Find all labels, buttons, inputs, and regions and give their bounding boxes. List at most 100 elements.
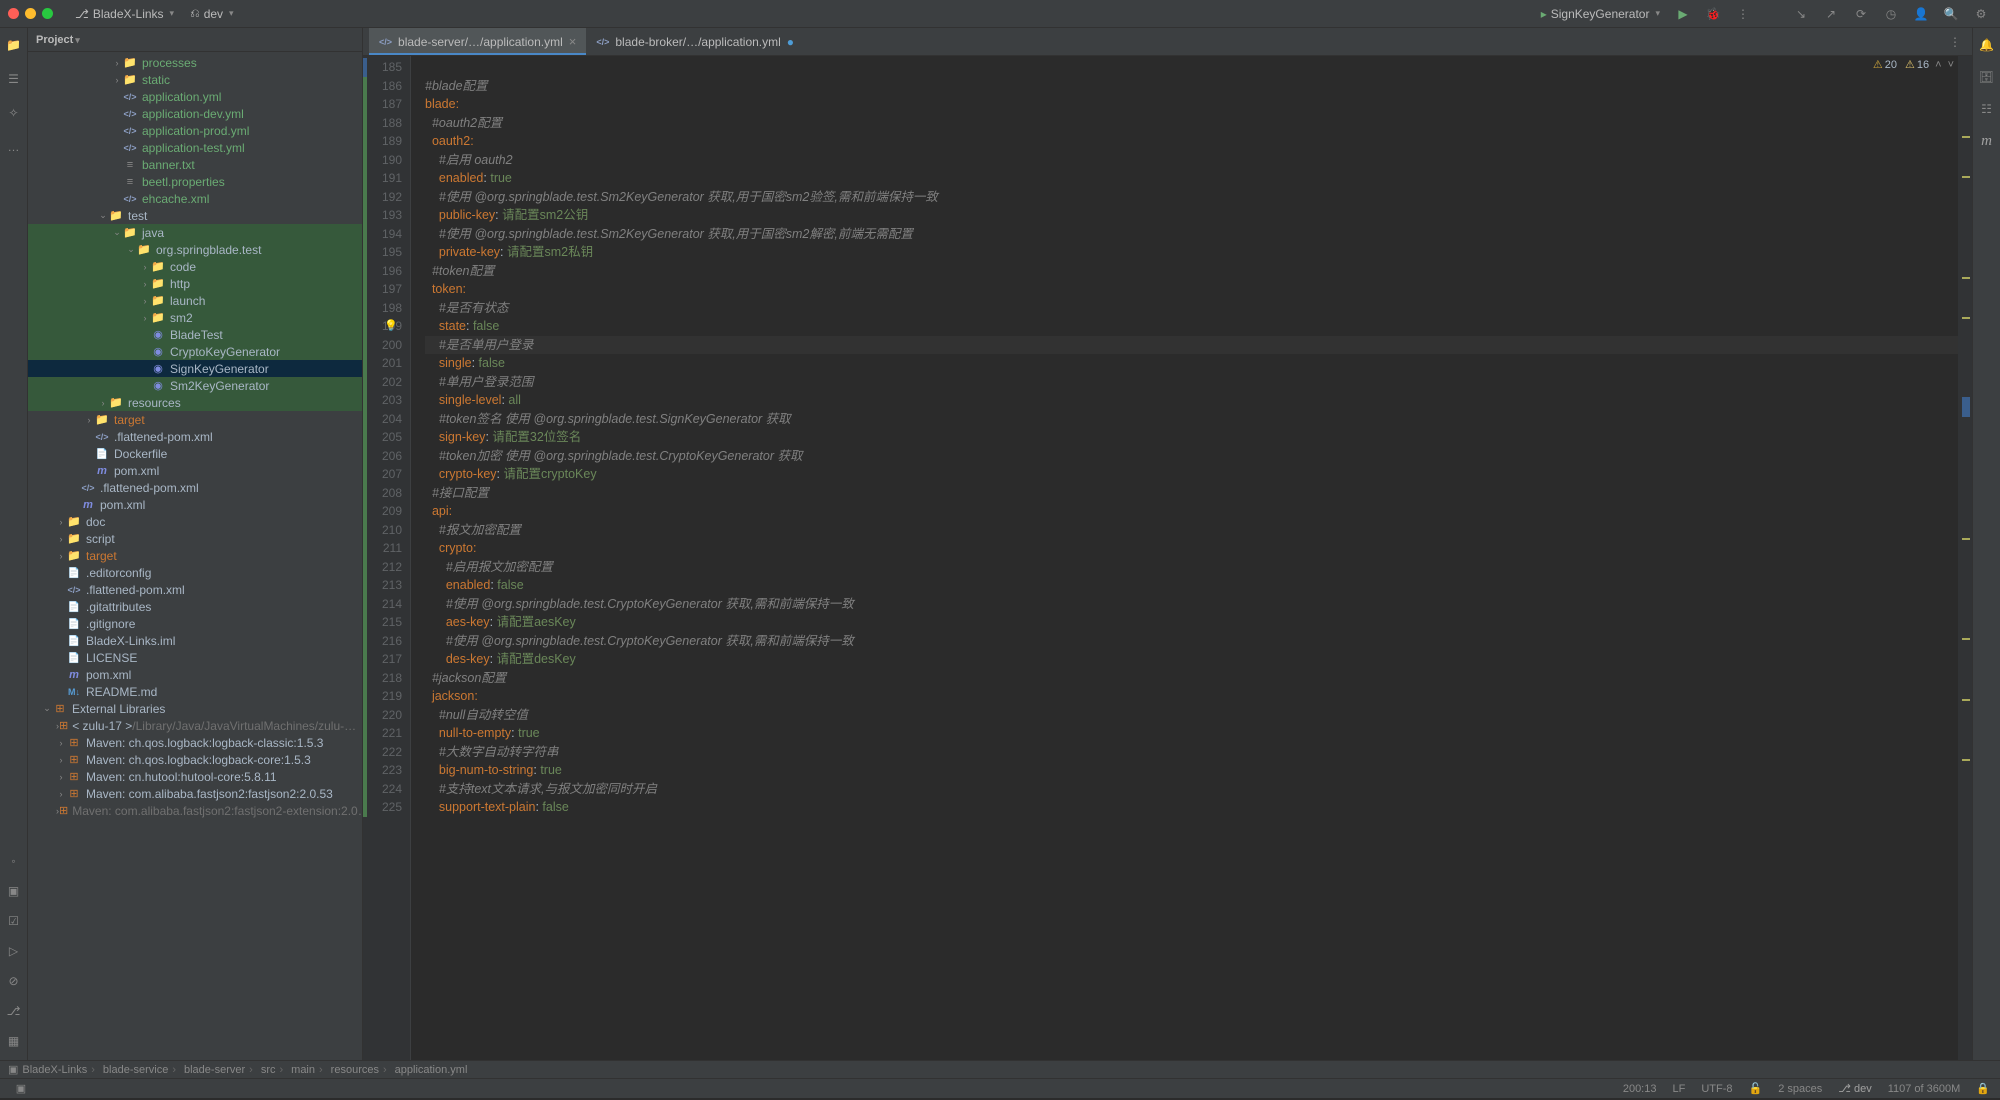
line-number[interactable]: 193	[363, 206, 410, 225]
line-number[interactable]: 202	[363, 373, 410, 392]
more-tool-icon[interactable]: …	[3, 136, 25, 158]
line-number[interactable]: 208	[363, 484, 410, 503]
more-run-button[interactable]: ⋮	[1732, 3, 1754, 25]
code-line[interactable]: #token配置	[425, 262, 1958, 281]
tree-item[interactable]: README.md	[28, 683, 362, 700]
tree-item[interactable]: ›📁processes	[28, 54, 362, 71]
file-encoding[interactable]: UTF-8	[1701, 1083, 1732, 1095]
line-number[interactable]: 219	[363, 687, 410, 706]
line-separator[interactable]: LF	[1672, 1083, 1685, 1095]
line-number[interactable]: 200	[363, 336, 410, 355]
breadcrumb-segment[interactable]: blade-service	[87, 1064, 168, 1076]
line-number[interactable]: 192	[363, 188, 410, 207]
line-number[interactable]: 196	[363, 262, 410, 281]
line-number[interactable]: 195	[363, 243, 410, 262]
code-line[interactable]: #blade配置	[425, 77, 1958, 96]
code-line[interactable]: enabled: true	[425, 169, 1958, 188]
account-icon[interactable]: 👤	[1910, 3, 1932, 25]
tree-item[interactable]: ›📁sm2	[28, 309, 362, 326]
line-number[interactable]: 199💡	[363, 317, 410, 336]
tree-item[interactable]: application-prod.yml	[28, 122, 362, 139]
inspection-hints[interactable]: ⚠ 20 ⚠ 16 ˄ ˅	[1873, 58, 1954, 71]
code-with-me-icon[interactable]: ↘	[1790, 3, 1812, 25]
line-number[interactable]: 186	[363, 77, 410, 96]
code-line[interactable]: big-num-to-string: true	[425, 761, 1958, 780]
editor-tab[interactable]: </>blade-broker/…/application.yml●	[586, 28, 804, 55]
fullscreen-window-button[interactable]	[42, 8, 53, 19]
tree-arrow-icon[interactable]: ›	[140, 279, 150, 289]
git-tool-icon[interactable]: ⎇	[3, 1000, 25, 1022]
code-line[interactable]: #报文加密配置	[425, 521, 1958, 540]
run-button[interactable]: ▶	[1672, 3, 1694, 25]
tree-item[interactable]: ⌄📁java	[28, 224, 362, 241]
tree-arrow-icon[interactable]: ›	[140, 313, 150, 323]
line-number[interactable]: 218	[363, 669, 410, 688]
tree-item[interactable]: .flattened-pom.xml	[28, 479, 362, 496]
line-number[interactable]: 204	[363, 410, 410, 429]
todo-tool-icon[interactable]: ☑	[3, 910, 25, 932]
tab-close-icon[interactable]: ×	[569, 34, 577, 49]
tree-arrow-icon[interactable]: ›	[56, 738, 66, 748]
tree-arrow-icon[interactable]: ›	[140, 296, 150, 306]
indent-label[interactable]: 2 spaces	[1778, 1083, 1822, 1095]
caret-position[interactable]: 200:13	[1623, 1083, 1657, 1095]
code-line[interactable]: aes-key: 请配置aesKey	[425, 613, 1958, 632]
build-tool-icon[interactable]: ▦	[3, 1030, 25, 1052]
debug-button[interactable]: 🐞	[1702, 3, 1724, 25]
tree-item[interactable]: ›📁target	[28, 411, 362, 428]
git-branch-status[interactable]: ⎇ dev	[1838, 1082, 1871, 1095]
breadcrumb-segment[interactable]: application.yml	[379, 1064, 467, 1076]
tree-item[interactable]: application.yml	[28, 88, 362, 105]
nav-breadcrumb[interactable]: ▣ BladeX-Linksblade-serviceblade-servers…	[0, 1060, 2000, 1078]
maven-icon[interactable]: m	[1976, 130, 1998, 152]
code-line[interactable]: #启用 oauth2	[425, 151, 1958, 170]
error-stripe[interactable]	[1958, 56, 1972, 1060]
project-panel-header[interactable]: Project	[28, 28, 362, 52]
tree-item[interactable]: .gitattributes	[28, 598, 362, 615]
tree-item[interactable]: .editorconfig	[28, 564, 362, 581]
tree-item[interactable]: SignKeyGenerator	[28, 360, 362, 377]
line-number[interactable]: 194	[363, 225, 410, 244]
line-number[interactable]: 214	[363, 595, 410, 614]
tree-item[interactable]: ⌄⊞External Libraries	[28, 700, 362, 717]
line-number[interactable]: 187	[363, 95, 410, 114]
breadcrumb-segment[interactable]: src	[245, 1064, 275, 1076]
line-number[interactable]: 211	[363, 539, 410, 558]
run-config-selector[interactable]: ▸ SignKeyGenerator	[1537, 5, 1664, 23]
commit-tool-icon[interactable]: ◦	[3, 850, 25, 872]
tree-item[interactable]: CryptoKeyGenerator	[28, 343, 362, 360]
line-number[interactable]: 213	[363, 576, 410, 595]
code-line[interactable]: #使用 @org.springblade.test.Sm2KeyGenerato…	[425, 188, 1958, 207]
code-line[interactable]: #使用 @org.springblade.test.CryptoKeyGener…	[425, 595, 1958, 614]
code-line[interactable]: #是否有状态	[425, 299, 1958, 318]
code-line[interactable]: token:	[425, 280, 1958, 299]
tree-arrow-icon[interactable]: ›	[98, 398, 108, 408]
code-line[interactable]: api:	[425, 502, 1958, 521]
tree-item[interactable]: ›⊞Maven: ch.qos.logback:logback-classic:…	[28, 734, 362, 751]
line-number[interactable]: 190	[363, 151, 410, 170]
branch-selector[interactable]: ⎌ dev	[186, 4, 238, 23]
tree-arrow-icon[interactable]: ›	[56, 517, 66, 527]
line-number[interactable]: 210	[363, 521, 410, 540]
tree-item[interactable]: ⌄📁test	[28, 207, 362, 224]
status-tool-icon[interactable]: ▣	[10, 1078, 32, 1100]
line-number[interactable]: 197	[363, 280, 410, 299]
code-line[interactable]: #token签名 使用 @org.springblade.test.SignKe…	[425, 410, 1958, 429]
clock-icon[interactable]: ◷	[1880, 3, 1902, 25]
editor-tab[interactable]: </>blade-server/…/application.yml×	[369, 28, 586, 55]
tree-arrow-icon[interactable]: ⌄	[42, 703, 52, 714]
tree-item[interactable]: ›📁static	[28, 71, 362, 88]
tree-arrow-icon[interactable]: ›	[56, 534, 66, 544]
tree-arrow-icon[interactable]: ›	[140, 262, 150, 272]
status-padlock-icon[interactable]: 🔒	[1976, 1082, 1990, 1095]
code-line[interactable]: #使用 @org.springblade.test.CryptoKeyGener…	[425, 632, 1958, 651]
tree-arrow-icon[interactable]: ›	[84, 415, 94, 425]
tree-item[interactable]: ›⊞Maven: cn.hutool:hutool-core:5.8.11	[28, 768, 362, 785]
tree-item[interactable]: .flattened-pom.xml	[28, 581, 362, 598]
minimize-window-button[interactable]	[25, 8, 36, 19]
breadcrumb-segment[interactable]: ▣ BladeX-Links	[8, 1063, 87, 1076]
tree-arrow-icon[interactable]: ⌄	[112, 227, 122, 238]
tree-item[interactable]: pom.xml	[28, 666, 362, 683]
code-line[interactable]: crypto-key: 请配置cryptoKey	[425, 465, 1958, 484]
code-line[interactable]: #jackson配置	[425, 669, 1958, 688]
